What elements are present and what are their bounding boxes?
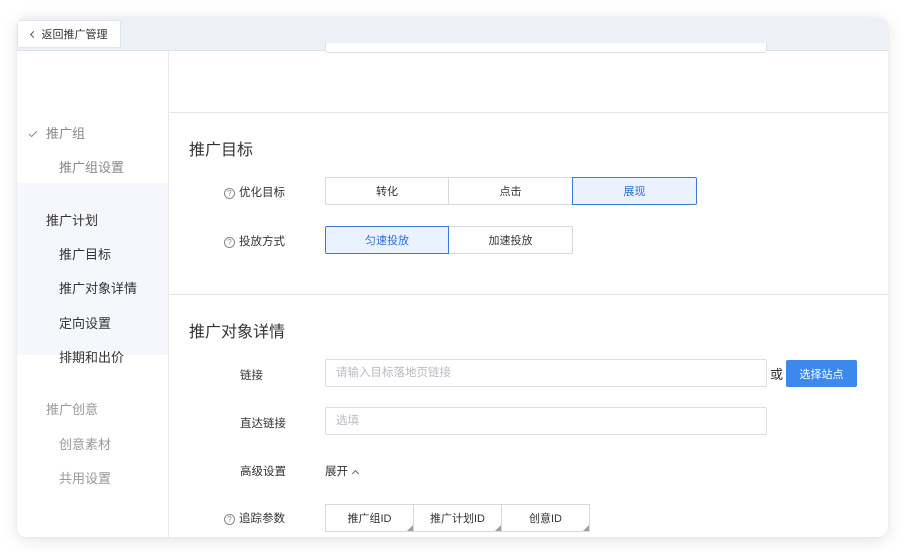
delivery-option-even[interactable]: 匀速投放 [325, 226, 449, 254]
tracking-tag-label: 创意ID [529, 513, 562, 525]
direct-link-input[interactable] [325, 407, 767, 435]
section-divider [170, 112, 888, 113]
help-icon[interactable]: ? [224, 188, 235, 199]
select-site-button[interactable]: 选择站点 [786, 360, 857, 387]
sidebar-group-label: 推广组 [46, 126, 86, 141]
chevron-up-icon [351, 469, 360, 478]
sidebar-item-creative-material[interactable]: 创意素材 [59, 434, 111, 453]
sidebar-item-promo-detail[interactable]: 推广对象详情 [59, 278, 137, 297]
advanced-expand-text: 展开 [325, 466, 348, 478]
sidebar-group-promo-group[interactable]: 推广组 [28, 123, 86, 142]
delivery-option-accelerated[interactable]: 加速投放 [448, 226, 573, 254]
app-window: 返回推广管理 推广组 推广组设置 推广计划 推广目标 推广对象详情 定向设置 排… [17, 17, 888, 537]
tracking-tag-label: 推广计划ID [430, 513, 485, 525]
tracking-tag-plan-id[interactable]: 推广计划ID [413, 504, 502, 532]
optimize-goal-segmented: 转化 点击 展现 [325, 177, 697, 205]
back-button-label: 返回推广管理 [41, 29, 108, 41]
sidebar-group-promo-creative[interactable]: 推广创意 [46, 399, 98, 418]
sidebar-item-promo-group-settings[interactable]: 推广组设置 [59, 157, 124, 176]
section-title-goal: 推广目标 [189, 142, 254, 159]
tracking-params-tags: 推广组ID 推广计划ID 创意ID [325, 504, 590, 532]
link-label: 链接 [240, 370, 263, 382]
optimize-goal-label: ? 优化目标 [224, 184, 285, 200]
link-input[interactable] [325, 359, 767, 387]
tracking-tag-group-id[interactable]: 推广组ID [325, 504, 414, 532]
chevron-left-icon [29, 30, 37, 39]
sidebar-group-promo-plan[interactable]: 推广计划 [46, 210, 98, 229]
delivery-method-label-text: 投放方式 [239, 236, 285, 248]
or-text: 或 [770, 367, 784, 382]
sidebar-item-targeting[interactable]: 定向设置 [59, 313, 111, 332]
advanced-settings-label: 高级设置 [240, 466, 286, 478]
corner-marker-icon [583, 525, 589, 531]
main-content: 推广目标 ? 优化目标 转化 点击 展现 ? 投放方式 匀速投放 加速投放 推广对象… [170, 43, 888, 537]
sidebar-item-promo-goal[interactable]: 推广目标 [59, 244, 111, 263]
sidebar: 推广组 推广组设置 推广计划 推广目标 推广对象详情 定向设置 排期和出价 推广… [17, 51, 169, 537]
optimize-option-impression[interactable]: 展现 [572, 177, 697, 205]
tracking-tag-creative-id[interactable]: 创意ID [501, 504, 590, 532]
tracking-tag-label: 推广组ID [347, 513, 392, 525]
section-title-detail: 推广对象详情 [189, 324, 286, 341]
back-button[interactable]: 返回推广管理 [17, 20, 121, 48]
optimize-option-conversion[interactable]: 转化 [325, 177, 449, 205]
sidebar-item-shared-settings[interactable]: 共用设置 [59, 468, 111, 487]
section-divider [170, 294, 888, 295]
help-icon[interactable]: ? [224, 237, 235, 248]
delivery-method-label: ? 投放方式 [224, 233, 285, 249]
sidebar-item-schedule-bid[interactable]: 排期和出价 [59, 347, 124, 366]
direct-link-label: 直达链接 [240, 418, 286, 430]
delivery-method-segmented: 匀速投放 加速投放 [325, 226, 573, 254]
optimize-goal-label-text: 优化目标 [239, 187, 285, 199]
help-icon[interactable]: ? [224, 514, 235, 525]
previous-input-field[interactable] [325, 43, 767, 53]
tracking-params-label: ? 追踪参数 [224, 510, 285, 526]
tracking-params-label-text: 追踪参数 [239, 513, 285, 525]
check-icon [28, 128, 38, 138]
optimize-option-click[interactable]: 点击 [448, 177, 573, 205]
advanced-expand-toggle[interactable]: 展开 [325, 463, 360, 479]
